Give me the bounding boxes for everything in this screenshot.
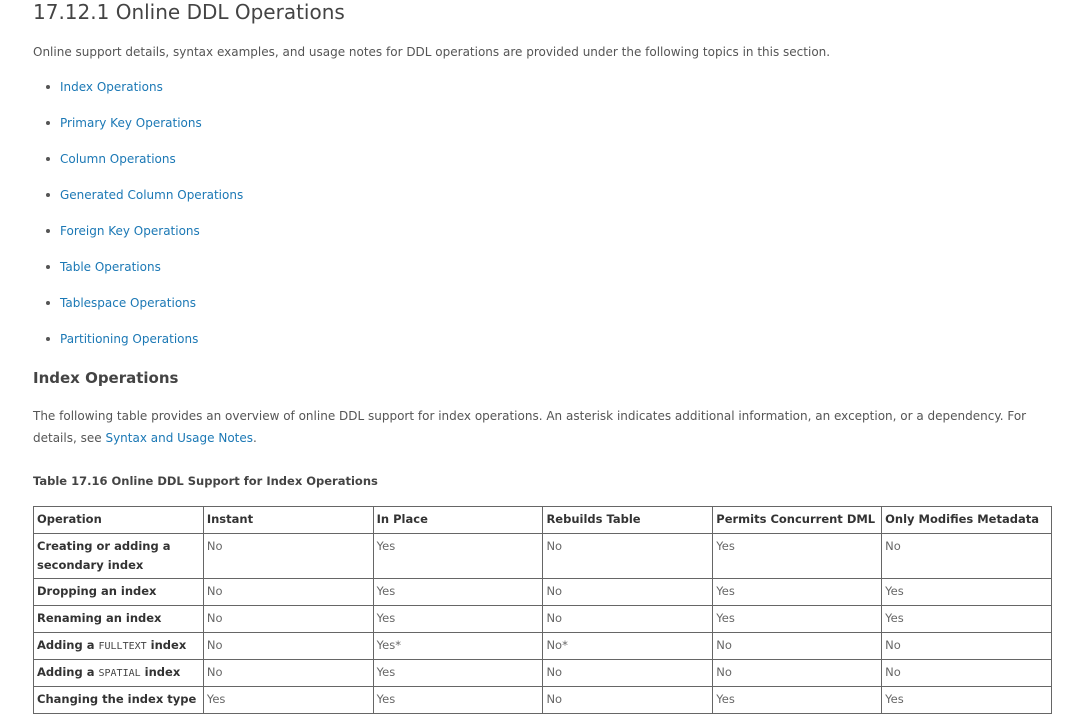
table-row: Changing the index type Yes Yes No Yes Y… (33, 686, 1052, 714)
operation-cell: Creating or adding a secondary index (33, 533, 204, 579)
overview-end: . (253, 431, 257, 445)
topic-link-primary-key-operations[interactable]: Primary Key Operations (60, 116, 202, 130)
concurrent-dml-cell: Yes (712, 686, 883, 714)
topic-link-foreign-key-operations[interactable]: Foreign Key Operations (60, 224, 200, 238)
topic-link-column-operations[interactable]: Column Operations (60, 152, 176, 166)
concurrent-dml-cell: No (712, 659, 883, 687)
header-only-modifies-metadata: Only Modifies Metadata (881, 506, 1052, 534)
section-intro: Online support details, syntax examples,… (33, 45, 831, 59)
operation-text: Dropping an index (37, 584, 157, 598)
header-in-place: In Place (372, 506, 544, 534)
topic-link-tablespace-operations[interactable]: Tablespace Operations (60, 296, 196, 310)
metadata-only-cell: No (881, 533, 1052, 579)
topic-link-index-operations[interactable]: Index Operations (60, 80, 163, 94)
operation-cell: Changing the index type (33, 686, 204, 714)
table-row: Renaming an index No Yes No Yes Yes (33, 605, 1052, 633)
table-row: Creating or adding a secondary index No … (33, 533, 1052, 579)
in-place-cell: Yes* (372, 632, 544, 660)
online-ddl-index-table: Operation Instant In Place Rebuilds Tabl… (33, 506, 1052, 714)
topic-list: Index Operations Primary Key Operations … (33, 78, 243, 366)
operation-cell: Renaming an index (33, 605, 204, 633)
in-place-cell: Yes (372, 578, 544, 606)
operation-cell: Dropping an index (33, 578, 204, 606)
topic-item: Primary Key Operations (45, 114, 243, 150)
operation-text: Creating or adding a secondary index (37, 539, 171, 572)
index-operations-overview: The following table provides an overview… (33, 405, 1033, 449)
instant-cell: No (202, 533, 374, 579)
operation-text: Adding a (37, 638, 99, 652)
metadata-only-cell: Yes (881, 605, 1052, 633)
instant-cell: No (202, 605, 374, 633)
concurrent-dml-cell: Yes (712, 533, 883, 579)
header-permits-concurrent-dml: Permits Concurrent DML (712, 506, 883, 534)
section-title: 17.12.1 Online DDL Operations (33, 0, 345, 24)
table-caption: Table 17.16 Online DDL Support for Index… (33, 474, 378, 488)
topic-item: Column Operations (45, 150, 243, 186)
operation-cell: Adding a FULLTEXT index (33, 632, 204, 660)
header-rebuilds-table: Rebuilds Table (542, 506, 714, 534)
topic-item: Generated Column Operations (45, 186, 243, 222)
operation-text: Changing the index type (37, 692, 197, 706)
concurrent-dml-cell: Yes (712, 605, 883, 633)
topic-link-partitioning-operations[interactable]: Partitioning Operations (60, 332, 198, 346)
metadata-only-cell: No (881, 632, 1052, 660)
metadata-only-cell: Yes (881, 578, 1052, 606)
concurrent-dml-cell: Yes (712, 578, 883, 606)
instant-cell: No (202, 659, 374, 687)
metadata-only-cell: Yes (881, 686, 1052, 714)
topic-item: Tablespace Operations (45, 294, 243, 330)
topic-item: Table Operations (45, 258, 243, 294)
syntax-usage-notes-link[interactable]: Syntax and Usage Notes (105, 431, 253, 445)
topic-link-generated-column-operations[interactable]: Generated Column Operations (60, 188, 243, 202)
operation-cell: Adding a SPATIAL index (33, 659, 204, 687)
in-place-cell: Yes (372, 686, 544, 714)
operation-text-suffix: index (146, 638, 187, 652)
operation-code: SPATIAL (98, 668, 141, 679)
topic-link-table-operations[interactable]: Table Operations (60, 260, 161, 274)
operation-text: Renaming an index (37, 611, 162, 625)
rebuilds-table-cell: No (542, 605, 714, 633)
rebuilds-table-cell: No (542, 686, 714, 714)
topic-item: Foreign Key Operations (45, 222, 243, 258)
operation-text-suffix: index (140, 665, 181, 679)
metadata-only-cell: No (881, 659, 1052, 687)
rebuilds-table-cell: No (542, 659, 714, 687)
header-instant: Instant (202, 506, 374, 534)
topic-item: Index Operations (45, 78, 243, 114)
instant-cell: Yes (202, 686, 374, 714)
table-row: Adding a FULLTEXT index No Yes* No* No N… (33, 632, 1052, 660)
operation-code: FULLTEXT (98, 641, 147, 652)
in-place-cell: Yes (372, 659, 544, 687)
in-place-cell: Yes (372, 605, 544, 633)
rebuilds-table-cell: No* (542, 632, 714, 660)
operation-text: Adding a (37, 665, 99, 679)
topic-item: Partitioning Operations (45, 330, 243, 366)
page: 17.12.1 Online DDL Operations Online sup… (0, 0, 1080, 725)
table-row: Adding a SPATIAL index No Yes No No No (33, 659, 1052, 687)
rebuilds-table-cell: No (542, 578, 714, 606)
index-operations-heading: Index Operations (33, 369, 179, 387)
concurrent-dml-cell: No (712, 632, 883, 660)
table-row: Dropping an index No Yes No Yes Yes (33, 578, 1052, 606)
instant-cell: No (202, 632, 374, 660)
rebuilds-table-cell: No (542, 533, 714, 579)
in-place-cell: Yes (372, 533, 544, 579)
header-operation: Operation (33, 506, 204, 534)
table-header-row: Operation Instant In Place Rebuilds Tabl… (33, 506, 1052, 534)
instant-cell: No (202, 578, 374, 606)
